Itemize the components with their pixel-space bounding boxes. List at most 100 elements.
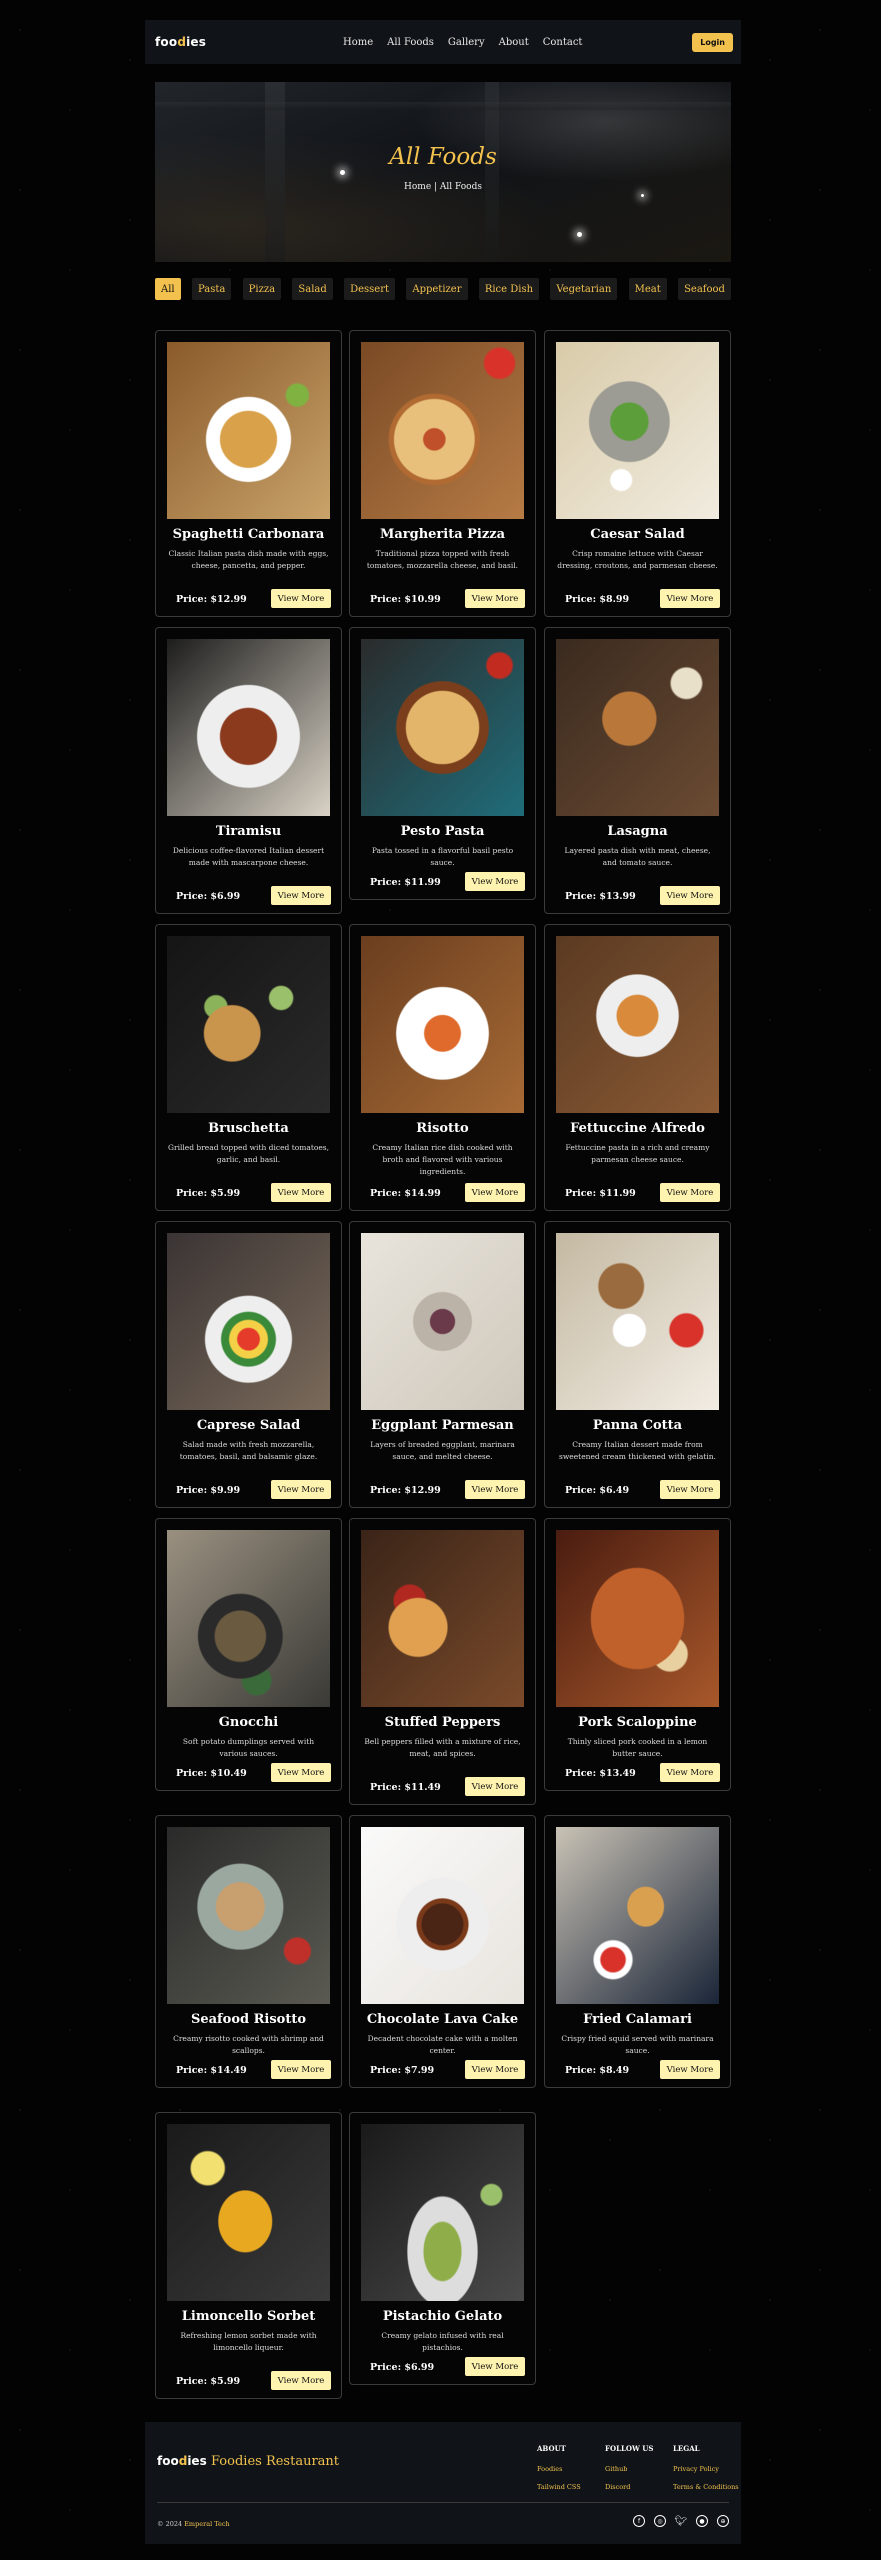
login-button[interactable]: Login xyxy=(692,33,733,52)
twitter-icon[interactable]: 🐦︎ xyxy=(675,2515,688,2527)
view-more-button[interactable]: View More xyxy=(660,2060,720,2079)
site-logo[interactable]: foodies xyxy=(155,35,206,49)
instagram-icon[interactable]: ◎ xyxy=(654,2515,666,2527)
food-price: Price: $10.49 xyxy=(176,1768,247,1779)
view-more-button[interactable]: View More xyxy=(271,886,331,905)
filter-chip-vegetarian[interactable]: Vegetarian xyxy=(550,278,618,300)
view-more-button[interactable]: View More xyxy=(271,1763,331,1782)
view-more-button[interactable]: View More xyxy=(465,1777,525,1796)
view-more-button[interactable]: View More xyxy=(271,2371,331,2390)
food-title: Eggplant Parmesan xyxy=(371,1418,514,1433)
food-description: Crisp romaine lettuce with Caesar dressi… xyxy=(557,549,718,570)
filter-chip-appetizer[interactable]: Appetizer xyxy=(406,278,468,300)
food-title: Margherita Pizza xyxy=(379,527,506,542)
footer-link[interactable]: Foodies xyxy=(537,2465,581,2473)
nav-link-contact[interactable]: Contact xyxy=(543,37,583,48)
nav-link-home[interactable]: Home xyxy=(343,37,373,48)
footer-link[interactable]: Privacy Policy xyxy=(673,2465,739,2473)
food-price: Price: $6.49 xyxy=(565,1485,630,1496)
filter-chip-salad[interactable]: Salad xyxy=(292,278,333,300)
category-filter-bar: All Pasta Pizza Salad Dessert Appetizer Rice D… xyxy=(155,278,731,300)
food-card: Seafood Risotto Creamy risotto cooked wit… xyxy=(155,1815,342,2088)
food-image[interactable] xyxy=(167,1827,330,2004)
filter-chip-meat[interactable]: Meat xyxy=(628,278,667,300)
dribbble-icon[interactable]: ⊕ xyxy=(717,2515,729,2527)
food-card: Tiramisu Delicious coffee-flavored Italia… xyxy=(155,627,342,914)
view-more-button[interactable]: View More xyxy=(271,1183,331,1202)
food-price: Price: $11.99 xyxy=(370,877,441,888)
copyright: © 2024 Emperal Tech xyxy=(157,2520,230,2528)
filter-chip-seafood[interactable]: Seafood xyxy=(678,278,731,300)
food-image[interactable] xyxy=(361,1233,524,1410)
food-image[interactable] xyxy=(361,2124,524,2301)
food-title: Fettuccine Alfredo xyxy=(570,1121,705,1136)
food-image[interactable] xyxy=(167,639,330,816)
food-image[interactable] xyxy=(167,1233,330,1410)
food-image[interactable] xyxy=(361,639,524,816)
food-image[interactable] xyxy=(167,2124,330,2301)
food-image[interactable] xyxy=(556,639,719,816)
footer-logo[interactable]: foodies xyxy=(157,2454,207,2468)
nav-link-about[interactable]: About xyxy=(499,37,529,48)
nav-links: Home All Foods Gallery About Contact xyxy=(343,20,582,64)
view-more-button[interactable]: View More xyxy=(271,589,331,608)
view-more-button[interactable]: View More xyxy=(660,589,720,608)
food-title: Lasagna xyxy=(607,824,668,839)
view-more-button[interactable]: View More xyxy=(271,1480,331,1499)
food-title: Caprese Salad xyxy=(196,1418,301,1433)
food-card: Panna Cotta Creamy Italian dessert made f… xyxy=(544,1221,731,1508)
food-description: Fettuccine pasta in a rich and creamy pa… xyxy=(565,1143,710,1164)
view-more-button[interactable]: View More xyxy=(465,589,525,608)
view-more-button[interactable]: View More xyxy=(465,2060,525,2079)
nav-link-all-foods[interactable]: All Foods xyxy=(387,37,434,48)
social-links: f ◎ 🐦︎ ● ⊕ xyxy=(633,2515,729,2527)
footer-link[interactable]: Tailwind CSS xyxy=(537,2483,581,2491)
food-card: Lasagna Layered pasta dish with meat, che… xyxy=(544,627,731,914)
filter-chip-all[interactable]: All xyxy=(155,278,181,300)
nav-link-gallery[interactable]: Gallery xyxy=(448,37,485,48)
food-image[interactable] xyxy=(167,936,330,1113)
filter-chip-dessert[interactable]: Dessert xyxy=(344,278,396,300)
ceiling-light xyxy=(577,232,582,237)
view-more-button[interactable]: View More xyxy=(271,2060,331,2079)
food-image[interactable] xyxy=(556,1827,719,2004)
footer-link[interactable]: Github xyxy=(605,2465,653,2473)
view-more-button[interactable]: View More xyxy=(660,886,720,905)
filter-chip-pizza[interactable]: Pizza xyxy=(242,278,282,300)
facebook-icon[interactable]: f xyxy=(633,2515,645,2527)
food-image[interactable] xyxy=(167,1530,330,1707)
food-image[interactable] xyxy=(556,342,719,519)
view-more-button[interactable]: View More xyxy=(465,872,525,891)
hero-banner: All Foods Home | All Foods xyxy=(155,82,731,262)
filter-chip-pasta[interactable]: Pasta xyxy=(191,278,232,300)
food-image[interactable] xyxy=(361,936,524,1113)
food-image[interactable] xyxy=(361,1827,524,2004)
footer-link[interactable]: Discord xyxy=(605,2483,653,2491)
view-more-button[interactable]: View More xyxy=(660,1480,720,1499)
footer-col-about: ABOUT Foodies Tailwind CSS xyxy=(537,2444,581,2501)
food-price: Price: $5.99 xyxy=(176,1188,241,1199)
view-more-button[interactable]: View More xyxy=(660,1763,720,1782)
food-image[interactable] xyxy=(167,342,330,519)
view-more-button[interactable]: View More xyxy=(660,1183,720,1202)
footer-col-legal: LEGAL Privacy Policy Terms & Conditions xyxy=(673,2444,739,2501)
food-image[interactable] xyxy=(556,1530,719,1707)
food-description: Creamy risotto cooked with shrimp and sc… xyxy=(173,2034,324,2055)
food-image[interactable] xyxy=(361,342,524,519)
view-more-button[interactable]: View More xyxy=(465,1183,525,1202)
filter-chip-rice-dish[interactable]: Rice Dish xyxy=(478,278,540,300)
ceiling-light xyxy=(340,170,345,175)
food-image[interactable] xyxy=(556,936,719,1113)
view-more-button[interactable]: View More xyxy=(465,2357,525,2376)
food-description: Refreshing lemon sorbet made with limonc… xyxy=(180,2331,317,2352)
footer-link[interactable]: Terms & Conditions xyxy=(673,2483,739,2491)
food-description: Creamy Italian dessert made from sweeten… xyxy=(559,1440,716,1461)
food-image[interactable] xyxy=(556,1233,719,1410)
food-title: Stuffed Peppers xyxy=(384,1715,501,1730)
github-icon[interactable]: ● xyxy=(696,2515,708,2527)
food-price: Price: $6.99 xyxy=(370,2362,435,2373)
view-more-button[interactable]: View More xyxy=(465,1480,525,1499)
food-card: Stuffed Peppers Bell peppers filled with … xyxy=(349,1518,536,1805)
food-image[interactable] xyxy=(361,1530,524,1707)
food-price: Price: $5.99 xyxy=(176,2376,241,2387)
